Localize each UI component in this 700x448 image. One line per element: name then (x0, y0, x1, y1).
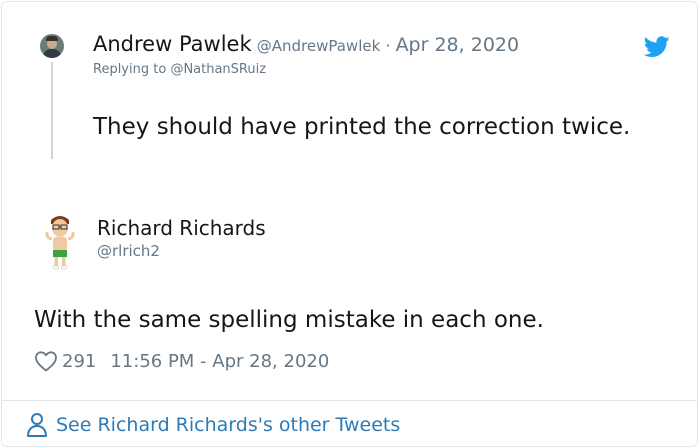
person-icon (27, 413, 47, 437)
parent-author-handle[interactable]: @AndrewPawlek (257, 37, 381, 55)
tweet-meta-row: 291 11:56 PM - Apr 28, 2020 (34, 348, 329, 374)
main-author-name[interactable]: Richard Richards (97, 216, 266, 240)
parent-tweet-header: Andrew Pawlek @AndrewPawlek · Apr 28, 20… (93, 32, 519, 56)
twitter-bird-icon[interactable] (644, 36, 670, 58)
replying-to-label: Replying to (93, 62, 167, 77)
embedded-tweet-card: Andrew Pawlek @AndrewPawlek · Apr 28, 20… (1, 1, 698, 447)
tweet-timestamp[interactable]: 11:56 PM - Apr 28, 2020 (110, 351, 329, 372)
parent-tweet-text: They should have printed the correction … (93, 114, 631, 140)
replying-to-handle[interactable]: @NathanSRuiz (170, 62, 266, 77)
main-author-avatar[interactable] (40, 212, 80, 270)
like-count[interactable]: 291 (62, 351, 96, 372)
parent-tweet-date[interactable]: Apr 28, 2020 (396, 34, 520, 56)
footer-divider (2, 400, 697, 401)
parent-author-name[interactable]: Andrew Pawlek (93, 32, 252, 56)
main-author-handle[interactable]: @rlrich2 (97, 242, 160, 260)
parent-author-avatar[interactable] (40, 34, 64, 58)
header-separator: · (385, 36, 391, 55)
see-other-tweets-label: See Richard Richards's other Tweets (56, 414, 401, 436)
main-tweet-text: With the same spelling mistake in each o… (34, 307, 544, 333)
heart-icon[interactable] (34, 350, 58, 372)
thread-connector-line (51, 62, 53, 159)
replying-to-line: Replying to @NathanSRuiz (93, 62, 266, 77)
see-other-tweets-link[interactable]: See Richard Richards's other Tweets (26, 410, 400, 440)
